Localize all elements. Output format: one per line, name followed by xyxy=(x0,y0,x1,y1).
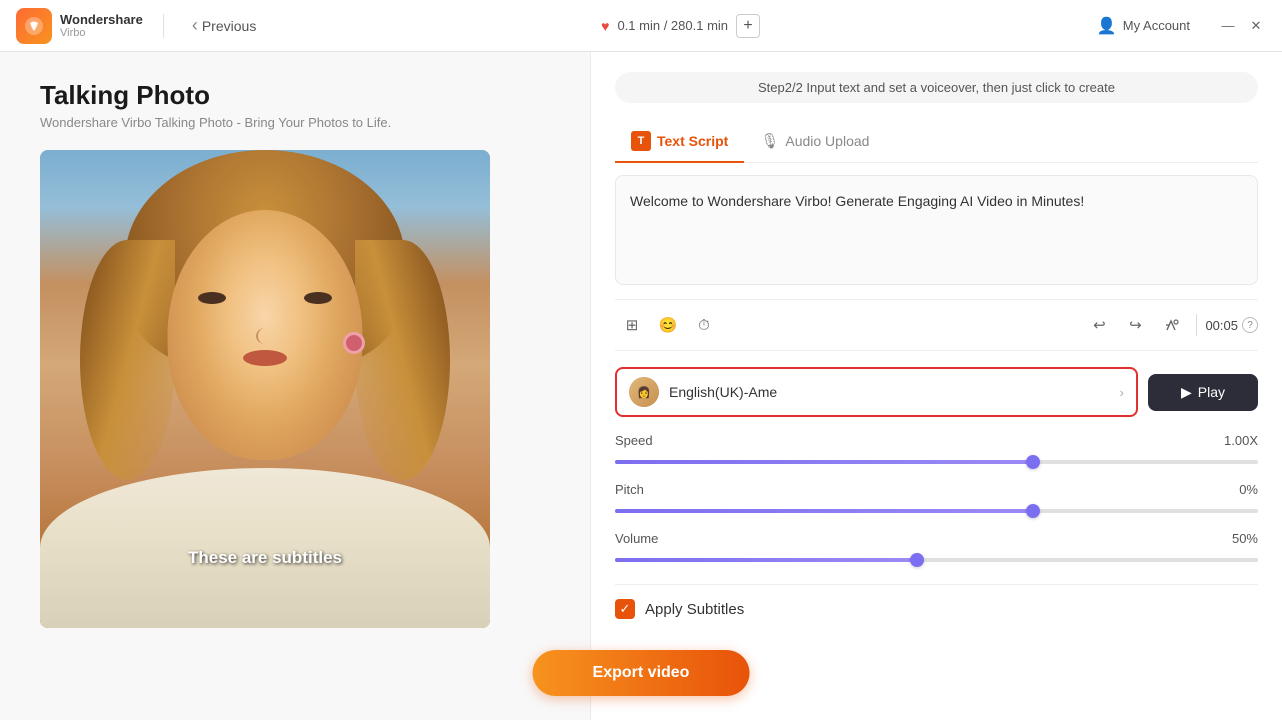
apply-subtitles-row: ✓ Apply Subtitles xyxy=(615,584,1258,623)
effects-button[interactable] xyxy=(1154,308,1188,342)
export-label: Export video xyxy=(593,664,690,681)
back-button[interactable]: ‹ Previous xyxy=(184,11,264,40)
voice-avatar: 👩 xyxy=(629,377,659,407)
editor-toolbar: ⊞ 😊 ⏱ ↩ ↪ 00:05 ? xyxy=(615,299,1258,351)
volume-thumb[interactable] xyxy=(910,553,924,567)
speed-thumb[interactable] xyxy=(1026,455,1040,469)
export-row: Export video xyxy=(533,650,750,696)
clock-toolbar-button[interactable]: ⏱ xyxy=(687,308,721,342)
pitch-track xyxy=(615,509,1258,513)
microphone-icon: 🎙 xyxy=(760,132,779,150)
toolbar-divider xyxy=(1196,314,1197,336)
back-arrow-icon: ‹ xyxy=(192,15,198,36)
page-title: Talking Photo xyxy=(40,80,550,111)
speed-fill xyxy=(615,460,1033,464)
pitch-value: 0% xyxy=(1239,482,1258,497)
back-label: Previous xyxy=(202,18,256,34)
speed-section: Speed 1.00X xyxy=(615,433,1258,470)
header-divider xyxy=(163,14,164,38)
title-bar: Wondershare Virbo ‹ Previous ♥ 0.1 min /… xyxy=(0,0,1282,52)
duration-text: 0.1 min / 280.1 min xyxy=(617,18,728,33)
tab-audio-upload[interactable]: 🎙 Audio Upload xyxy=(744,123,885,163)
emoji-toolbar-button[interactable]: 😊 xyxy=(651,308,685,342)
page-subtitle: Wondershare Virbo Talking Photo - Bring … xyxy=(40,115,550,130)
expand-toolbar-button[interactable]: ⊞ xyxy=(615,308,649,342)
logo-name: Wondershare xyxy=(60,12,143,28)
photo-container: These are subtitles xyxy=(40,150,490,628)
volume-label: Volume xyxy=(615,531,658,546)
title-bar-left: Wondershare Virbo ‹ Previous xyxy=(16,8,264,44)
speed-slider-wrap xyxy=(615,454,1258,470)
text-script-icon: T xyxy=(631,131,651,151)
title-bar-right: 👤 My Account — ✕ xyxy=(1097,16,1266,36)
pitch-header: Pitch 0% xyxy=(615,482,1258,497)
account-label: My Account xyxy=(1123,18,1190,33)
effects-icon xyxy=(1164,318,1179,333)
pitch-thumb[interactable] xyxy=(1026,504,1040,518)
add-duration-button[interactable]: + xyxy=(736,14,760,38)
pitch-slider-wrap xyxy=(615,503,1258,519)
left-panel: Talking Photo Wondershare Virbo Talking … xyxy=(0,52,590,720)
speed-header: Speed 1.00X xyxy=(615,433,1258,448)
app-logo-icon xyxy=(16,8,52,44)
logo-sub: Virbo xyxy=(60,27,143,39)
editor-text-content: Welcome to Wondershare Virbo! Generate E… xyxy=(630,193,1084,209)
volume-header: Volume 50% xyxy=(615,531,1258,546)
audio-upload-label: Audio Upload xyxy=(785,133,869,149)
volume-track xyxy=(615,558,1258,562)
play-button[interactable]: ▶ Play xyxy=(1148,374,1258,411)
time-value: 00:05 xyxy=(1205,318,1238,333)
voice-selector-button[interactable]: 👩 English(UK)-Ame › xyxy=(615,367,1138,417)
main-content: Talking Photo Wondershare Virbo Talking … xyxy=(0,52,1282,720)
close-button[interactable]: ✕ xyxy=(1246,16,1266,36)
pitch-label: Pitch xyxy=(615,482,644,497)
time-help-button[interactable]: ? xyxy=(1242,317,1258,333)
speed-track xyxy=(615,460,1258,464)
account-icon: 👤 xyxy=(1097,16,1117,36)
step-hint: Step2/2 Input text and set a voiceover, … xyxy=(615,72,1258,103)
tab-text-script[interactable]: T Text Script xyxy=(615,123,744,163)
heart-icon: ♥ xyxy=(601,18,609,34)
play-label: Play xyxy=(1198,384,1225,400)
subtitles-label: Apply Subtitles xyxy=(645,601,744,618)
account-button[interactable]: 👤 My Account xyxy=(1097,16,1190,36)
voice-row: 👩 English(UK)-Ame › ▶ Play xyxy=(615,367,1258,417)
export-video-button[interactable]: Export video xyxy=(533,650,750,696)
undo-button[interactable]: ↩ xyxy=(1082,308,1116,342)
time-display: 00:05 ? xyxy=(1205,317,1258,333)
redo-button[interactable]: ↪ xyxy=(1118,308,1152,342)
pitch-section: Pitch 0% xyxy=(615,482,1258,519)
logo-text-block: Wondershare Virbo xyxy=(60,12,143,40)
logo-container: Wondershare Virbo xyxy=(16,8,143,44)
minimize-button[interactable]: — xyxy=(1218,16,1238,36)
subtitle-overlay: These are subtitles xyxy=(188,548,342,568)
text-editor-area[interactable]: Welcome to Wondershare Virbo! Generate E… xyxy=(615,175,1258,285)
speed-label: Speed xyxy=(615,433,653,448)
volume-section: Volume 50% xyxy=(615,531,1258,568)
text-script-label: Text Script xyxy=(657,133,728,149)
volume-fill xyxy=(615,558,917,562)
volume-slider-wrap xyxy=(615,552,1258,568)
voice-name: English(UK)-Ame xyxy=(669,384,1110,400)
tab-row: T Text Script 🎙 Audio Upload xyxy=(615,123,1258,163)
volume-value: 50% xyxy=(1232,531,1258,546)
chevron-right-icon: › xyxy=(1120,385,1124,400)
subtitles-checkbox[interactable]: ✓ xyxy=(615,599,635,619)
title-bar-center: ♥ 0.1 min / 280.1 min + xyxy=(264,14,1097,38)
pitch-fill xyxy=(615,509,1033,513)
speed-value: 1.00X xyxy=(1224,433,1258,448)
play-icon: ▶ xyxy=(1181,384,1192,401)
right-panel: Step2/2 Input text and set a voiceover, … xyxy=(590,52,1282,720)
window-controls: — ✕ xyxy=(1218,16,1266,36)
